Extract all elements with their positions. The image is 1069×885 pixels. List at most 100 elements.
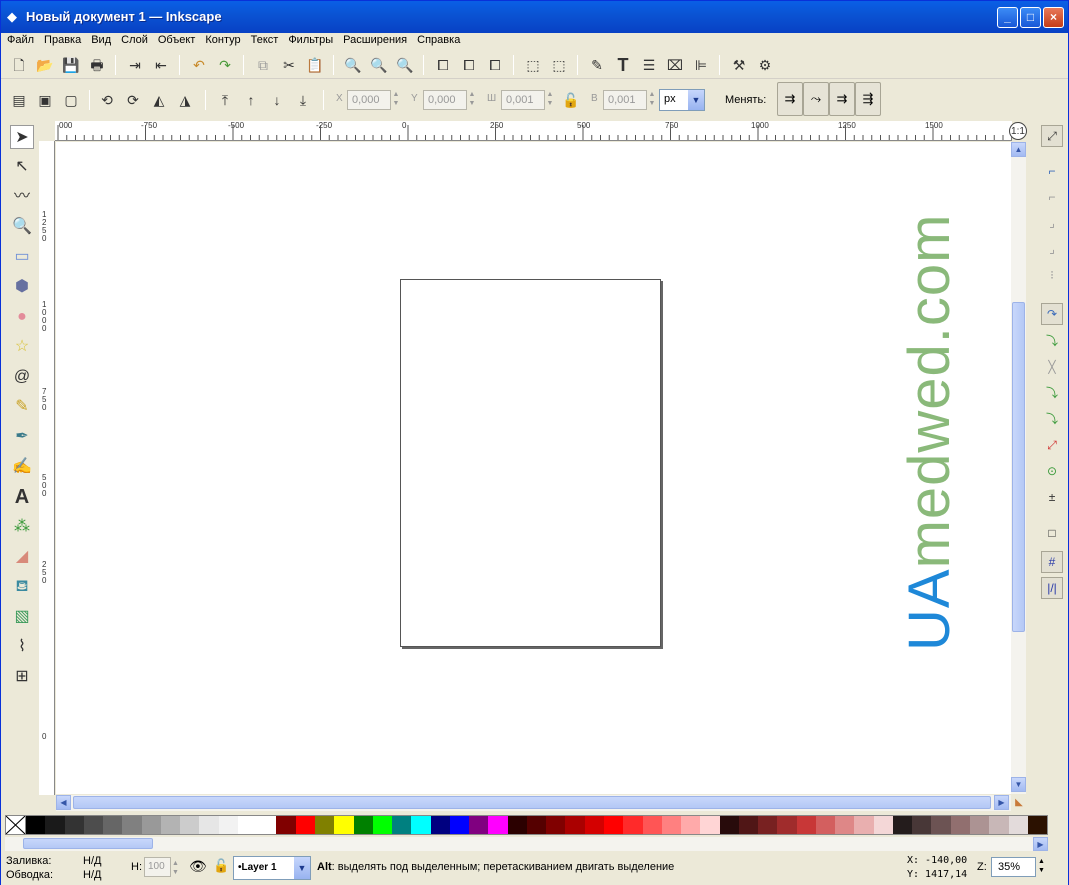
rotate-ccw-icon[interactable]: ⟲: [97, 90, 117, 110]
color-swatch[interactable]: [700, 816, 720, 834]
open-folder-icon[interactable]: 📂: [35, 55, 55, 75]
title-bar[interactable]: ◆ Новый документ 1 — Inkscape _ □ ×: [1, 1, 1068, 33]
menu-layer[interactable]: Слой: [115, 33, 152, 46]
xml-editor-icon[interactable]: ⌧: [665, 55, 685, 75]
color-swatch[interactable]: [334, 816, 354, 834]
color-swatch[interactable]: [873, 816, 893, 834]
pen-tool-icon[interactable]: ✒: [10, 425, 34, 449]
color-swatch[interactable]: [430, 816, 450, 834]
text-tool-icon[interactable]: A: [10, 485, 34, 509]
menu-edit[interactable]: Правка: [38, 33, 85, 46]
menu-extensions[interactable]: Расширения: [337, 33, 411, 46]
connector-tool-icon[interactable]: ⊞: [10, 665, 34, 689]
color-palette[interactable]: [5, 815, 1048, 835]
import-icon[interactable]: ⇥: [125, 55, 145, 75]
tweak-tool-icon[interactable]: 〰: [10, 185, 34, 209]
color-swatch[interactable]: [449, 816, 470, 834]
color-swatch[interactable]: [584, 816, 604, 834]
minimize-button[interactable]: _: [997, 7, 1018, 28]
snap-cusp-nodes-icon[interactable]: ⤵: [1041, 383, 1063, 405]
palette-scroll-thumb[interactable]: [23, 838, 153, 849]
width-field[interactable]: 0,001: [501, 90, 545, 110]
snap-centers-icon[interactable]: ⊙: [1041, 461, 1063, 483]
menu-path[interactable]: Контур: [199, 33, 244, 46]
height-field[interactable]: 0,001: [603, 90, 647, 110]
y-field[interactable]: 0,000: [423, 90, 467, 110]
snap-nodes-icon[interactable]: ↷: [1041, 303, 1063, 325]
opacity-spinner[interactable]: ▲ ▼: [172, 859, 179, 877]
palette-scroll-right-icon[interactable]: ▶: [1033, 837, 1048, 851]
select-all-icon[interactable]: ▤: [9, 90, 29, 110]
color-swatch[interactable]: [237, 816, 258, 834]
spiral-tool-icon[interactable]: @: [10, 365, 34, 389]
gradient-tool-icon[interactable]: ▧: [10, 605, 34, 629]
lock-layer-icon[interactable]: 🔓: [213, 858, 229, 874]
color-swatch[interactable]: [488, 816, 508, 834]
color-swatch[interactable]: [1027, 816, 1048, 834]
scroll-left-icon[interactable]: ◀: [56, 795, 71, 810]
snap-grid-icon[interactable]: #: [1041, 551, 1063, 573]
document-page[interactable]: [400, 279, 661, 647]
snap-bbox-center-icon[interactable]: ⁝: [1041, 265, 1063, 287]
paint-bucket-tool-icon[interactable]: ⛾: [10, 575, 34, 599]
snap-midpoints-icon[interactable]: ⤢: [1041, 435, 1063, 457]
drawing-canvas[interactable]: [56, 142, 1011, 794]
menu-filters[interactable]: Фильтры: [282, 33, 337, 46]
color-swatch[interactable]: [758, 816, 778, 834]
snap-paths-icon[interactable]: ⤵: [1041, 331, 1063, 353]
zoom-selection-icon[interactable]: 🔍: [343, 55, 363, 75]
lock-proportions-icon[interactable]: 🔓: [561, 90, 581, 110]
deselect-icon[interactable]: ▢: [61, 90, 81, 110]
color-swatch[interactable]: [546, 816, 566, 834]
color-swatch[interactable]: [141, 816, 161, 834]
rotate-cw-icon[interactable]: ⟳: [123, 90, 143, 110]
horizontal-scrollbar[interactable]: ◀ ▶: [56, 795, 1011, 811]
zoom-page-icon[interactable]: 🔍: [395, 55, 415, 75]
color-swatch[interactable]: [1008, 816, 1028, 834]
cut-icon[interactable]: ✂: [279, 55, 299, 75]
transform-patterns-toggle[interactable]: ⇶: [855, 82, 881, 116]
maximize-button[interactable]: □: [1020, 7, 1041, 28]
preferences-icon[interactable]: ⚒: [729, 55, 749, 75]
no-paint-swatch[interactable]: [6, 816, 26, 834]
raise-top-icon[interactable]: ⤒: [215, 90, 235, 110]
zoom-field[interactable]: 35%: [991, 857, 1036, 877]
color-swatch[interactable]: [392, 816, 412, 834]
unit-select[interactable]: px ▼: [659, 89, 705, 111]
menu-view[interactable]: Вид: [85, 33, 115, 46]
snap-page-border-icon[interactable]: □: [1041, 523, 1063, 545]
export-icon[interactable]: ⇤: [151, 55, 171, 75]
node-tool-icon[interactable]: ↖: [10, 155, 34, 179]
color-swatch[interactable]: [661, 816, 682, 834]
calligraphy-tool-icon[interactable]: ✍: [10, 455, 34, 479]
eraser-tool-icon[interactable]: ◢: [10, 545, 34, 569]
3d-box-tool-icon[interactable]: ⬢: [10, 275, 34, 299]
opacity-field[interactable]: 100: [144, 857, 171, 877]
select-all-layers-icon[interactable]: ▣: [35, 90, 55, 110]
color-swatch[interactable]: [950, 816, 971, 834]
fill-value[interactable]: Н/Д: [83, 855, 101, 867]
flip-vertical-icon[interactable]: ◮: [175, 90, 195, 110]
scroll-down-icon[interactable]: ▼: [1011, 777, 1026, 792]
align-distribute-icon[interactable]: ⊫: [691, 55, 711, 75]
paste-icon[interactable]: 📋: [305, 55, 325, 75]
transform-gradients-toggle[interactable]: ⇉: [829, 82, 855, 116]
menu-file[interactable]: Файл: [1, 33, 38, 46]
horizontal-scroll-thumb[interactable]: [73, 796, 991, 809]
color-swatch[interactable]: [854, 816, 874, 834]
redo-icon[interactable]: ↷: [215, 55, 235, 75]
color-swatch[interactable]: [122, 816, 142, 834]
color-swatch[interactable]: [218, 816, 238, 834]
eye-visibility-icon[interactable]: 👁: [189, 858, 207, 875]
vertical-ruler[interactable]: 1250 1000 750 500 250 0: [39, 141, 55, 795]
save-icon[interactable]: 💾: [61, 55, 81, 75]
color-swatch[interactable]: [931, 816, 951, 834]
color-swatch[interactable]: [912, 816, 932, 834]
copy-icon[interactable]: ⧉: [253, 55, 273, 75]
color-swatch[interactable]: [796, 816, 816, 834]
y-spinner[interactable]: ▲ ▼: [467, 90, 477, 110]
color-swatch[interactable]: [719, 816, 739, 834]
snap-bbox-midpoint-icon[interactable]: ⌟: [1041, 239, 1063, 261]
color-swatch[interactable]: [45, 816, 65, 834]
color-swatch[interactable]: [180, 816, 200, 834]
